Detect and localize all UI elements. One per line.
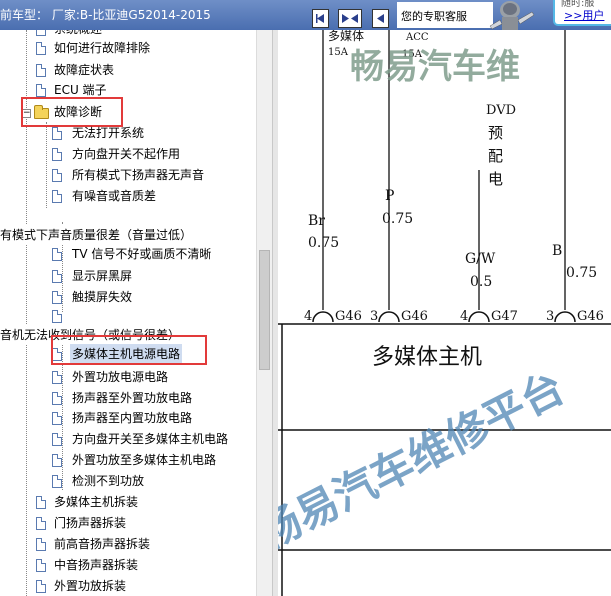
document-icon <box>52 291 62 304</box>
dvd-label: 配 <box>488 147 503 165</box>
support-text: 您的专职客服 <box>401 10 467 23</box>
document-icon <box>52 371 62 384</box>
document-icon <box>52 148 62 161</box>
next-arrow-icon <box>377 14 384 23</box>
fuse-label: ACC <box>405 32 429 43</box>
document-icon <box>52 310 62 323</box>
wire-size-label: 0.75 <box>566 265 597 281</box>
pin-number: 4 <box>304 309 312 324</box>
prev-button[interactable] <box>312 9 329 28</box>
watermark-text: 畅易汽车维修平台 <box>278 363 572 559</box>
double-arrow-icon <box>342 14 358 23</box>
fuse-label: 多媒体 <box>328 30 364 43</box>
document-icon <box>36 30 46 36</box>
prev-arrow-icon <box>316 14 324 23</box>
dvd-label: 预 <box>488 124 503 142</box>
document-icon <box>36 42 46 55</box>
wire-color-label: B <box>552 243 562 259</box>
document-icon <box>36 538 46 551</box>
document-icon <box>52 433 62 446</box>
vehicle-model-label: 前车型： 厂家:B-比亚迪G52014-2015 <box>0 8 211 22</box>
wiring-diagram: 多媒体 15A ACC 15A DVD 预 配 电 Br 0.75 P 0.75… <box>278 30 611 596</box>
dvd-label: DVD <box>486 103 516 118</box>
connector-id: G46 <box>335 309 362 324</box>
document-icon <box>36 559 46 572</box>
tree-scrollbar[interactable] <box>256 30 272 596</box>
navigation-tree: 系统概述 如何进行故障排除 故障症状表 ECU 端子 − 故障诊断 无法打开系统… <box>0 30 256 596</box>
document-icon <box>52 270 62 283</box>
document-icon <box>36 496 46 509</box>
document-icon <box>52 190 62 203</box>
wire-size-label: 0.5 <box>470 274 492 290</box>
top-toolbar: 前车型： 厂家:B-比亚迪G52014-2015 您的专职客服 随时:服 >>用… <box>0 0 611 30</box>
wire-color-label: G/W <box>465 251 496 267</box>
skip-button[interactable] <box>338 9 362 28</box>
wire-size-label: 0.75 <box>308 235 339 251</box>
document-icon <box>52 392 62 405</box>
pin-number: 3 <box>546 309 554 324</box>
document-icon <box>36 517 46 530</box>
connector-id: G47 <box>491 309 518 324</box>
tree-guide-line <box>46 122 47 208</box>
document-icon <box>52 412 62 425</box>
watermark-text: 畅易汽车维 <box>350 47 520 87</box>
highlight-frame <box>51 335 207 365</box>
scrollbar-thumb[interactable] <box>259 250 270 370</box>
support-panel[interactable]: 您的专职客服 <box>397 2 493 28</box>
document-icon <box>36 64 46 77</box>
connector-id: G46 <box>401 309 428 324</box>
pin-number: 4 <box>460 309 468 324</box>
document-icon <box>52 169 62 182</box>
wire-color-label: Br <box>308 213 325 229</box>
support-mascot-icon <box>489 1 535 30</box>
document-icon <box>36 580 46 593</box>
user-center-link[interactable]: >>用户 <box>564 7 604 23</box>
connector-id: G46 <box>577 309 604 324</box>
dvd-label: 电 <box>488 170 503 188</box>
wiring-diagram-canvas: 多媒体 15A ACC 15A DVD 预 配 电 Br 0.75 P 0.75… <box>278 30 611 596</box>
document-icon <box>52 127 62 140</box>
wire-color-label: P <box>385 188 394 204</box>
module-label: 多媒体主机 <box>372 345 482 370</box>
next-button[interactable] <box>372 9 389 28</box>
document-icon <box>52 454 62 467</box>
document-icon <box>36 84 46 97</box>
document-icon <box>52 475 62 488</box>
document-icon <box>52 248 62 261</box>
wire-size-label: 0.75 <box>382 211 413 227</box>
fuse-label: 15A <box>328 47 349 58</box>
user-center-link-box[interactable]: 随时:服 >>用户 <box>553 0 611 26</box>
pin-number: 3 <box>370 309 378 324</box>
